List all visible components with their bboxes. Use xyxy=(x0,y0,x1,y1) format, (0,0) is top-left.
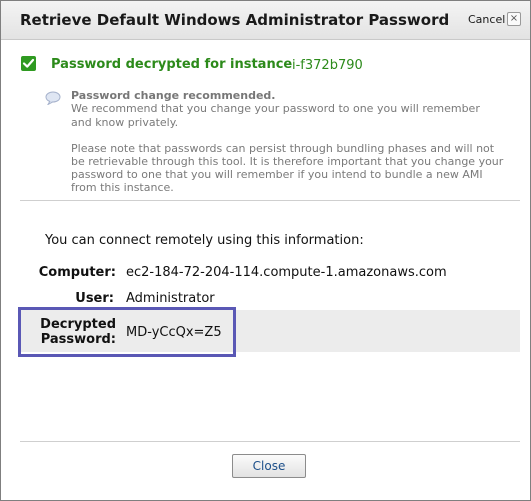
checkmark-icon xyxy=(21,56,36,71)
password-dialog: Retrieve Default Windows Administrator P… xyxy=(0,0,531,501)
cancel-link[interactable]: Cancel xyxy=(468,13,505,26)
dialog-title: Retrieve Default Windows Administrator P… xyxy=(20,11,450,29)
speech-bubble-icon xyxy=(45,90,61,106)
notice-line: and know privately. xyxy=(71,116,179,129)
notice-line: password to one that you will remember i… xyxy=(71,168,483,181)
user-value: Administrator xyxy=(126,291,215,306)
computer-label: Computer: xyxy=(38,265,116,280)
dialog-titlebar: Retrieve Default Windows Administrator P… xyxy=(1,1,530,40)
password-highlight-box xyxy=(18,307,236,357)
notice-line: Please note that passwords can persist t… xyxy=(71,142,495,155)
divider xyxy=(20,441,520,442)
instance-id: i-f372b790 xyxy=(292,58,363,73)
user-label: User: xyxy=(75,291,114,306)
divider xyxy=(20,200,520,201)
notice-line: We recommend that you change your passwo… xyxy=(71,102,480,115)
connection-intro: You can connect remotely using this info… xyxy=(45,233,364,248)
success-message: Password decrypted for instance xyxy=(51,57,293,72)
notice-title: Password change recommended. xyxy=(71,89,276,102)
computer-value: ec2-184-72-204-114.compute-1.amazonaws.c… xyxy=(126,265,447,280)
notice-line: from this instance. xyxy=(71,181,174,194)
notice-line: be retrievable through this tool. It is … xyxy=(71,155,504,168)
close-button[interactable]: Close xyxy=(232,454,306,478)
close-x-icon[interactable]: × xyxy=(507,12,521,26)
